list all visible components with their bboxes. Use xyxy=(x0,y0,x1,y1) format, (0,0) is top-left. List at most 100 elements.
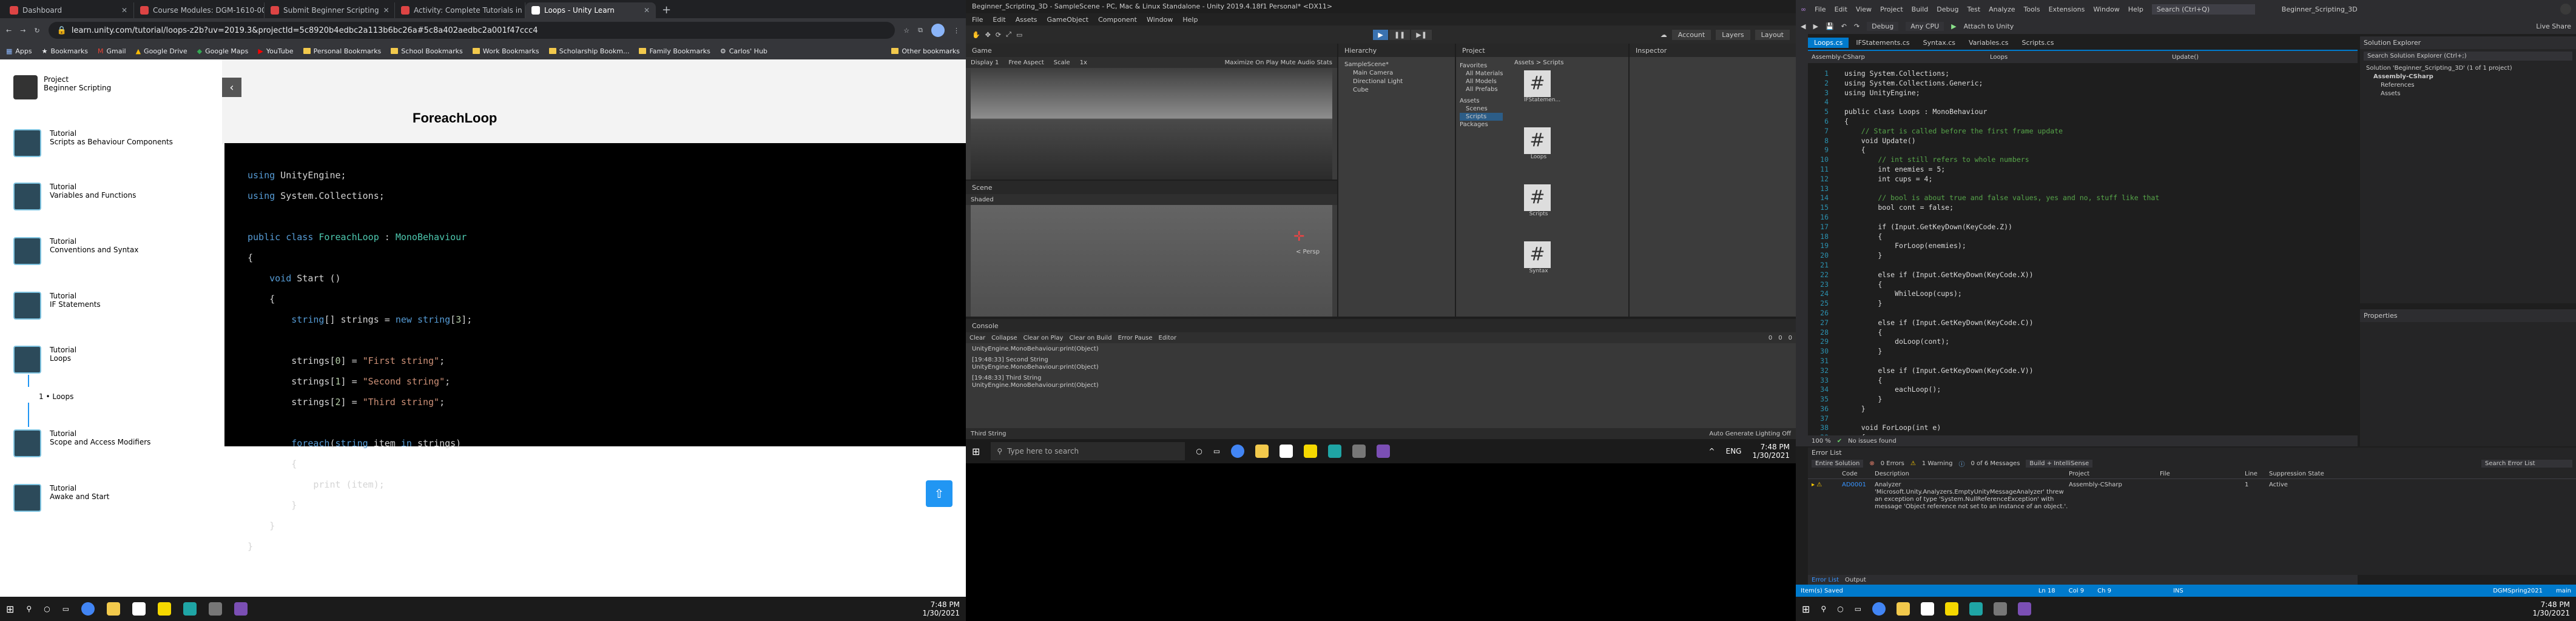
console-error-count[interactable]: 0 xyxy=(1789,335,1792,341)
menu-help[interactable]: Help xyxy=(2128,5,2143,13)
close-icon[interactable]: ✕ xyxy=(383,6,389,15)
windows-start-icon[interactable]: ⊞ xyxy=(972,446,980,457)
assets-node[interactable]: Assets xyxy=(2366,90,2570,98)
save-icon[interactable]: 💾 xyxy=(1826,22,1834,30)
profile-avatar[interactable] xyxy=(931,24,945,37)
console-clear-button[interactable]: Clear xyxy=(969,335,985,341)
new-tab-icon[interactable]: + xyxy=(656,4,677,18)
cortana-icon[interactable]: ○ xyxy=(1196,447,1202,455)
move-tool-icon[interactable]: ✥ xyxy=(985,31,991,39)
status-repo[interactable]: DGMSpring2021 xyxy=(2493,588,2543,594)
search-icon[interactable]: ⚲ xyxy=(26,605,32,613)
play-button[interactable]: ▶ xyxy=(1373,29,1388,40)
bookmark-folder[interactable]: School Bookmarks xyxy=(391,47,463,55)
chrome-tab-active[interactable]: Loops - Unity Learn ✕ xyxy=(525,2,656,18)
app-icon[interactable] xyxy=(1280,445,1293,458)
app-icon[interactable] xyxy=(1945,602,1959,616)
tab-output[interactable]: Output xyxy=(1845,577,1866,583)
account-dropdown[interactable]: Account xyxy=(1671,29,1711,40)
zoom-level[interactable]: 100 % xyxy=(1812,438,1831,445)
menu-component[interactable]: Component xyxy=(1098,16,1137,24)
avatar[interactable] xyxy=(2560,4,2571,15)
explorer-icon[interactable] xyxy=(1897,602,1910,616)
chrome-icon[interactable] xyxy=(1872,602,1886,616)
nav-class-dropdown[interactable]: Loops xyxy=(1990,54,2172,61)
menu-help[interactable]: Help xyxy=(1182,16,1198,24)
clock[interactable]: 7:48 PM 1/30/2021 xyxy=(1752,443,1790,460)
back-icon[interactable]: ← xyxy=(6,27,12,35)
script-asset[interactable]: # IFStatemen... xyxy=(1524,70,1560,103)
rect-tool-icon[interactable]: ▭ xyxy=(1016,31,1022,39)
tab-console[interactable]: Console xyxy=(966,319,1796,332)
favorites-item[interactable]: All Models xyxy=(1460,78,1503,86)
bookmark-folder[interactable]: Scholarship Bookm... xyxy=(548,47,629,55)
console-entry[interactable]: [19:48:33] Third String UnityEngine.MonoB… xyxy=(972,375,1790,389)
menu-project[interactable]: Project xyxy=(1880,5,1903,13)
chrome-tab[interactable]: Submit Beginner Scripting ✕ xyxy=(265,2,395,18)
bookmark-item[interactable]: ▶ YouTube xyxy=(258,47,293,55)
console-clear-on-build[interactable]: Clear on Build xyxy=(1069,335,1111,341)
search-icon[interactable]: ⚲ xyxy=(1821,605,1826,613)
col-project[interactable]: Project xyxy=(2069,471,2160,477)
step-button[interactable]: ▶❚ xyxy=(1411,29,1432,40)
error-search-input[interactable]: Search Error List xyxy=(2481,460,2572,468)
favorites-folder[interactable]: Favorites xyxy=(1460,62,1503,70)
menu-test[interactable]: Test xyxy=(1967,5,1980,13)
sidebar-tutorial[interactable]: Tutorial Conventions and Syntax xyxy=(13,237,138,265)
app-icon[interactable] xyxy=(183,602,197,616)
menu-window[interactable]: Window xyxy=(2093,5,2119,13)
sidebar-tutorial[interactable]: Tutorial IF Statements xyxy=(13,292,101,320)
sidebar-tutorial[interactable]: Tutorial Scope and Access Modifiers xyxy=(13,429,150,457)
solution-search-input[interactable]: Search Solution Explorer (Ctrl+;) xyxy=(2364,52,2572,61)
layout-dropdown[interactable]: Layout xyxy=(1755,29,1790,40)
tab-scripts[interactable]: Scripts.cs xyxy=(2016,38,2060,48)
vs-search-box[interactable]: Search (Ctrl+Q) xyxy=(2151,4,2255,15)
menu-file[interactable]: File xyxy=(972,16,983,24)
menu-extensions[interactable]: Extensions xyxy=(2049,5,2085,13)
menu-file[interactable]: File xyxy=(1815,5,1826,13)
bookmark-apps[interactable]: ▦ Apps xyxy=(6,47,32,55)
tab-syntax[interactable]: Syntax.cs xyxy=(1917,38,1961,48)
hierarchy-scene[interactable]: SampleScene* xyxy=(1344,61,1449,69)
windows-start-icon[interactable]: ⊞ xyxy=(1802,603,1810,615)
game-options[interactable]: Maximize On Play Mute Audio Stats xyxy=(1225,59,1332,66)
col-code[interactable]: Code xyxy=(1842,471,1875,477)
console-collapse-button[interactable]: Collapse xyxy=(991,335,1017,341)
col-suppression[interactable]: Suppression State xyxy=(2269,471,2324,477)
bookmark-other[interactable]: Other bookmarks xyxy=(891,47,960,55)
layers-dropdown[interactable]: Layers xyxy=(1716,29,1750,40)
menu-tools[interactable]: Tools xyxy=(2024,5,2040,13)
sidebar-tutorial-active[interactable]: Tutorial Loops xyxy=(13,346,76,374)
hand-tool-icon[interactable]: ✋ xyxy=(972,31,980,39)
scale-tool-icon[interactable]: ⤢ xyxy=(1006,30,1011,39)
forward-icon[interactable]: ▶ xyxy=(1813,22,1818,30)
nav-member-dropdown[interactable]: Update() xyxy=(2172,54,2199,61)
reload-icon[interactable]: ↻ xyxy=(34,27,39,35)
bookmark-folder[interactable]: Work Bookmarks xyxy=(472,47,539,55)
language-indicator[interactable]: ENG xyxy=(1726,447,1742,455)
tab-game[interactable]: Game xyxy=(966,44,1337,57)
menu-window[interactable]: Window xyxy=(1147,16,1173,24)
console-info-count[interactable]: 0 xyxy=(1768,335,1772,341)
error-row[interactable]: ▸ ⚠ AD0001 Analyzer 'Microsoft.Unity.Ana… xyxy=(1808,479,2576,513)
bookmark-item[interactable]: ◆ Google Maps xyxy=(197,47,249,55)
extensions-icon[interactable]: ⧉ xyxy=(918,26,923,35)
sidebar-tutorial[interactable]: Tutorial Scripts as Behaviour Components xyxy=(13,129,173,157)
hierarchy-item[interactable]: Directional Light xyxy=(1344,78,1449,86)
scroll-top-button[interactable]: ⇧ xyxy=(926,480,953,507)
chrome-tab[interactable]: Course Modules: DGM-1610-001✕ xyxy=(134,2,265,18)
display-dropdown[interactable]: Display 1 xyxy=(971,59,999,66)
cloud-icon[interactable]: ☁ xyxy=(1661,31,1667,39)
col-file[interactable]: File xyxy=(2160,471,2245,477)
clock[interactable]: 7:48 PM 1/30/2021 xyxy=(2532,600,2570,617)
solution-root[interactable]: Solution 'Beginner_Scripting_3D' (1 of 1… xyxy=(2366,64,2570,73)
chrome-icon[interactable] xyxy=(1231,445,1245,458)
menu-gameobject[interactable]: GameObject xyxy=(1047,16,1089,24)
scale-value[interactable]: 1x xyxy=(1080,59,1087,66)
app-icon[interactable] xyxy=(1304,445,1318,458)
console-error-pause[interactable]: Error Pause xyxy=(1118,335,1153,341)
menu-assets[interactable]: Assets xyxy=(1016,16,1037,24)
task-view-icon[interactable]: ▭ xyxy=(1855,605,1861,613)
script-asset[interactable]: # Loops xyxy=(1524,127,1553,160)
col-description[interactable]: Description xyxy=(1875,471,2069,477)
